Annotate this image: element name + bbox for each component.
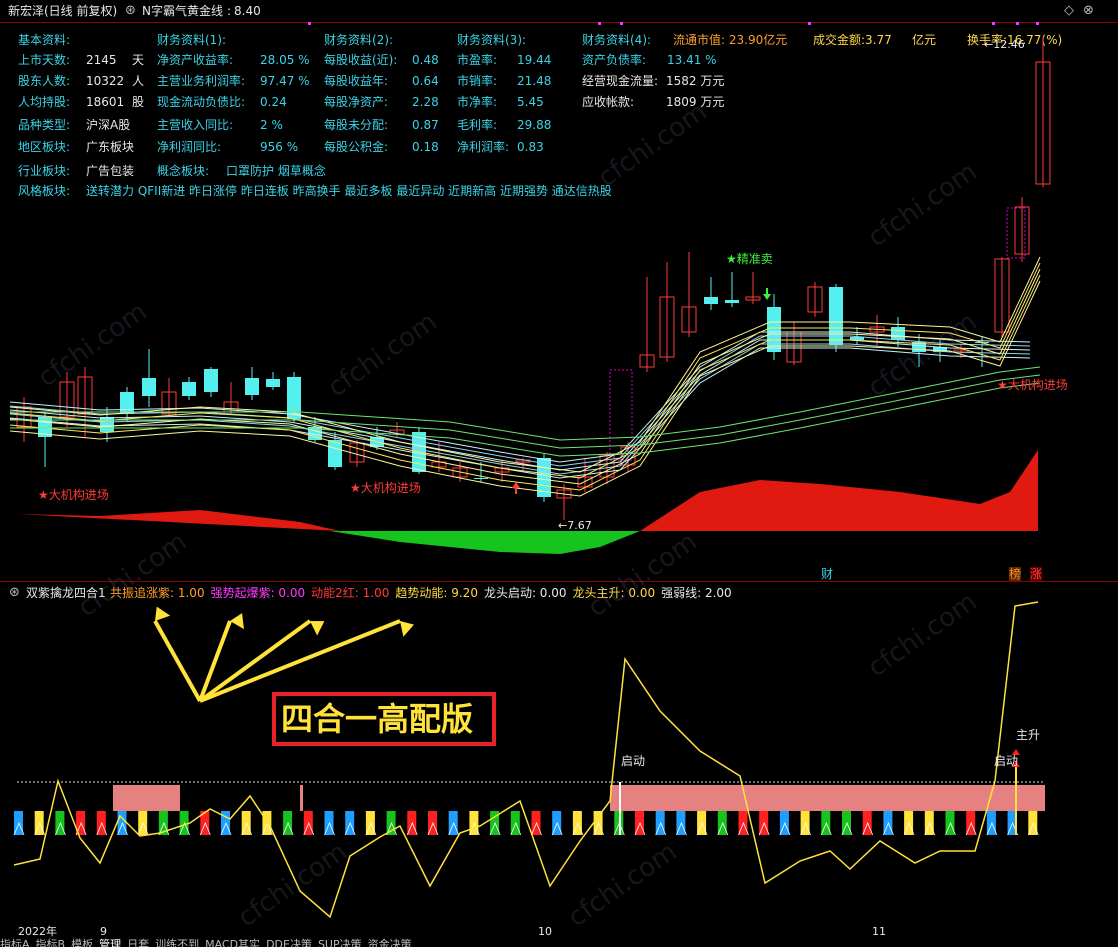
top-marker	[308, 22, 311, 25]
sub-value-3: 趋势动能: 9.20	[395, 586, 478, 600]
pointer-arrow-head	[230, 613, 244, 630]
month-11: 11	[872, 925, 886, 938]
chart-header: 新宏泽(日线 前复权) ⊛ N字霸气黄金线 : 8.40 ◇ ⊗	[0, 0, 1118, 23]
signal-band	[610, 785, 1045, 811]
tab-8[interactable]: SUP决策	[318, 938, 362, 947]
sub-value-4: 龙头启动: 0.00	[483, 586, 567, 600]
rise-badge[interactable]: 涨	[1030, 567, 1043, 581]
top-marker	[808, 22, 811, 25]
up-arrow-icon	[512, 482, 520, 494]
top-marker	[1016, 22, 1019, 25]
candle-body-down	[245, 378, 259, 395]
ma-line	[9, 335, 1031, 467]
close-icon[interactable]: ⊗	[1083, 3, 1094, 18]
signal-band	[113, 785, 180, 811]
pointer-arrow-head	[155, 606, 171, 621]
sub-value-1: 强势起爆紫: 0.00	[210, 586, 306, 600]
candle-body-down	[474, 478, 488, 479]
candle-body-down	[266, 379, 280, 387]
start-label-2: 启动	[994, 754, 1019, 768]
institution-area-red	[17, 510, 340, 531]
indicator-value: 8.40	[234, 4, 261, 18]
candle-body-down	[767, 307, 781, 352]
precise-sell-label: ★精准卖	[726, 252, 773, 266]
month-10: 10	[538, 925, 552, 938]
tab-1[interactable]: 指标B	[36, 938, 66, 947]
candle-body-down	[704, 297, 718, 304]
ma-line	[9, 268, 1041, 485]
sub-indicator-name[interactable]: 双紫擒龙四合1	[26, 586, 106, 600]
sub-value-6: 强弱线: 2.00	[661, 586, 732, 600]
top-marker	[598, 22, 601, 25]
candle-body-down	[891, 327, 905, 340]
start-label-1: 启动	[621, 754, 646, 768]
down-arrow-icon	[763, 288, 771, 300]
top-marker	[1036, 22, 1039, 25]
year-label: 2022年	[18, 925, 57, 938]
sub-value-5: 龙头主升: 0.00	[572, 586, 656, 600]
tab-4[interactable]: 日套	[127, 938, 149, 947]
top-marker	[992, 22, 995, 25]
tab-7[interactable]: DDE决策	[266, 938, 312, 947]
tab-2[interactable]: 模板	[71, 938, 93, 947]
candle-body-down	[142, 378, 156, 396]
sub-indicator-values: 共振追涨紫: 1.00 强势起爆紫: 0.00 动能2红: 1.00 趋势动能: 9.…	[110, 586, 738, 600]
settings-circle-icon[interactable]: ⊛	[125, 3, 136, 18]
top-marker	[620, 22, 623, 25]
high-price-label: ←12.46	[984, 38, 1025, 51]
ma-line	[10, 366, 1041, 441]
institution-area-green	[330, 531, 640, 554]
ranking-badge[interactable]: 榜	[1009, 567, 1022, 581]
indicator-name[interactable]: N字霸气黄金线	[142, 4, 223, 18]
institution-area-red	[640, 450, 1038, 531]
institution-in-label-2: ★大机构进场	[350, 481, 421, 495]
pointer-arrow-head	[310, 621, 325, 636]
sub-value-0: 共振追涨紫: 1.00	[110, 586, 205, 600]
candle-body-down	[182, 382, 196, 396]
institution-in-label-3: ★大机构进场	[997, 378, 1068, 392]
signal-band	[300, 785, 303, 811]
indicator-settings-icon[interactable]: ⊛	[9, 585, 20, 600]
sub-indicator-chart[interactable]	[0, 601, 1118, 923]
tab-0[interactable]: 指标A	[0, 938, 30, 947]
institution-in-label-1: ★大机构进场	[38, 488, 109, 502]
stock-title[interactable]: 新宏泽(日线 前复权)	[8, 4, 117, 18]
sub-value-2: 动能2红: 1.00	[311, 586, 390, 600]
minimize-icon[interactable]: ◇	[1064, 3, 1074, 18]
month-9: 9	[100, 925, 107, 938]
pointer-arrow-head	[400, 621, 414, 637]
candlestick-chart[interactable]	[0, 22, 1118, 581]
candle-body-down	[100, 417, 114, 432]
candle-body-down	[204, 369, 218, 392]
finance-badge[interactable]: 财	[821, 567, 833, 581]
sub-indicator-header: ⊛ 双紫擒龙四合1 共振追涨紫: 1.00 强势起爆紫: 0.00 动能2红: 1.…	[0, 581, 1118, 602]
main-rise-label: 主升	[1016, 728, 1041, 742]
low-price-label: ←7.67	[558, 519, 592, 532]
tab-3[interactable]: 管理	[99, 938, 121, 947]
candle-body-down	[120, 392, 134, 414]
tab-6[interactable]: MACD其实	[205, 938, 260, 947]
pointer-arrow	[199, 619, 401, 703]
ma-line	[9, 274, 1041, 491]
tab-9[interactable]: 资金决策	[368, 938, 412, 947]
tab-5[interactable]: 训练不到	[155, 938, 199, 947]
pointer-arrow	[153, 620, 202, 702]
trend-momentum-line	[13, 601, 1039, 919]
candle-body-down	[725, 300, 739, 303]
bottom-tab-bar: 指标A 指标B 模板 管理 日套 训练不到 MACD其实 DDE决策 SUP决策 资金决策	[0, 938, 1118, 947]
ma-line	[9, 262, 1041, 479]
ma-line	[9, 256, 1041, 473]
promo-text: 四合一高配版	[281, 700, 474, 738]
